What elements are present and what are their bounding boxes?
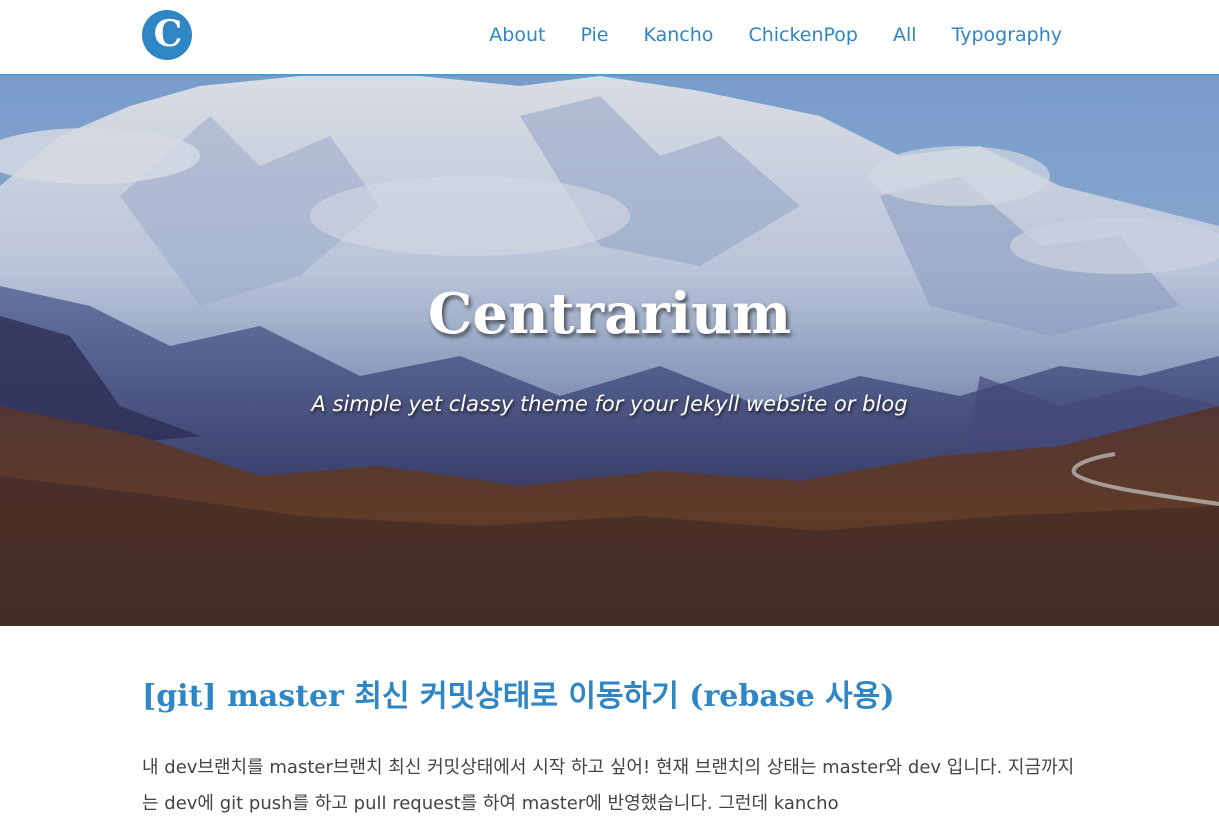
post-excerpt: 내 dev브랜치를 master브랜치 최신 커밋상태에서 시작 하고 싶어! … (142, 757, 1075, 814)
post-title-link[interactable]: [git] master 최신 커밋상태로 이동하기 (rebase 사용) (142, 676, 1077, 718)
hero-banner: Centrarium A simple yet classy theme for… (0, 76, 1219, 626)
nav-link-chickenpop[interactable]: ChickenPop (748, 22, 858, 48)
site-title: Centrarium (427, 281, 792, 347)
nav-link-pie[interactable]: Pie (580, 22, 608, 48)
logo-letter: C (153, 13, 183, 55)
nav-link-about[interactable]: About (489, 22, 545, 48)
site-logo[interactable]: C (142, 10, 192, 60)
nav-link-typography[interactable]: Typography (952, 22, 1062, 48)
hero-mountain-image (0, 76, 1219, 626)
site-header: C About Pie Kancho ChickenPop All Typogr… (0, 0, 1219, 76)
nav-link-kancho[interactable]: Kancho (644, 22, 714, 48)
main-nav: About Pie Kancho ChickenPop All Typograp… (489, 22, 1062, 48)
site-tagline: A simple yet classy theme for your Jekyl… (311, 392, 908, 416)
nav-link-all[interactable]: All (893, 22, 917, 48)
